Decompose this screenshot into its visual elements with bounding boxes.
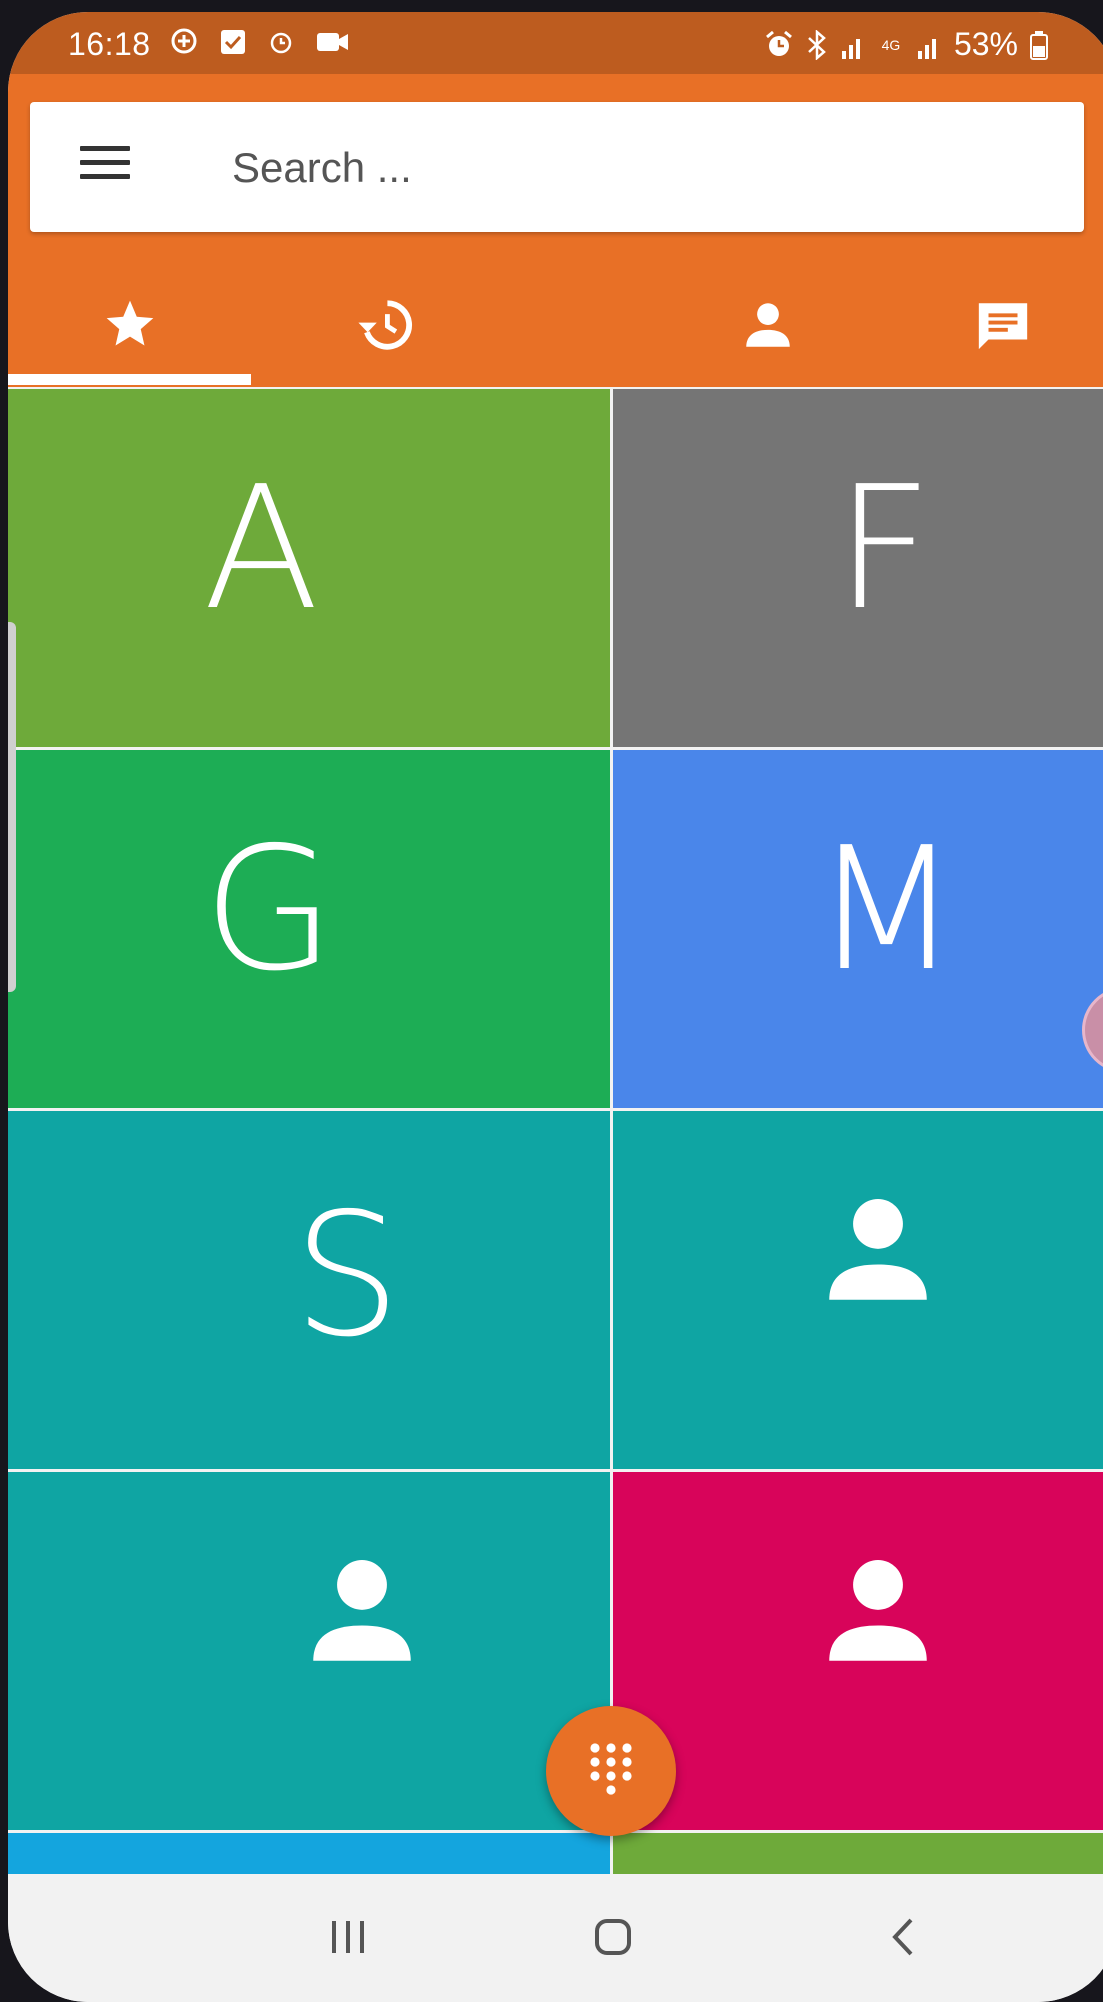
message-icon <box>978 303 1028 350</box>
star-icon <box>106 300 153 346</box>
person-icon <box>829 1560 927 1661</box>
tile-letter: F <box>835 450 933 648</box>
alarm-clock-icon <box>765 30 792 56</box>
search-input[interactable] <box>230 132 934 204</box>
tile-letter: M <box>813 811 960 1009</box>
battery-icon <box>1030 30 1048 60</box>
tile-letter: G <box>203 811 335 1009</box>
dialpad-button[interactable] <box>546 1706 676 1836</box>
phone-screen: 16:18 4G 53% Search ... A F G M S <box>8 12 1103 2002</box>
task-icon <box>221 30 245 54</box>
dialpad-icon <box>590 1743 632 1795</box>
app-bar <box>8 74 1103 387</box>
status-bar: 16:18 4G 53% <box>8 12 1103 74</box>
alarm-icon <box>270 32 292 54</box>
recent-apps-icon <box>332 1921 364 1953</box>
tab-bar <box>8 284 1103 387</box>
bluetooth-icon <box>808 29 826 60</box>
favorite-tile-s[interactable]: S <box>8 1111 610 1469</box>
favorite-tile-contact-1[interactable] <box>613 1111 1103 1469</box>
tab-contacts[interactable] <box>648 284 888 387</box>
tile-letter: A <box>203 450 320 648</box>
tab-messages[interactable] <box>888 284 1103 387</box>
network-type: 4G <box>881 36 901 53</box>
edge-panel-handle[interactable] <box>8 622 16 992</box>
tab-favorites[interactable] <box>8 284 251 387</box>
home-button[interactable] <box>583 1912 643 1962</box>
back-button[interactable] <box>878 1912 928 1962</box>
favorite-tile-contact-3[interactable] <box>613 1472 1103 1830</box>
tile-letter: S <box>293 1177 401 1375</box>
home-icon <box>595 1919 631 1955</box>
system-icons: 4G 53% <box>764 26 1048 63</box>
location-icon <box>171 28 197 54</box>
history-icon <box>358 300 413 350</box>
notification-icons <box>170 28 350 56</box>
recent-apps-button[interactable] <box>323 1912 373 1962</box>
video-icon <box>317 33 348 51</box>
person-icon <box>746 303 790 347</box>
favorite-tile-a[interactable]: A <box>8 389 610 747</box>
signal-icon-2 <box>917 38 936 59</box>
person-icon <box>313 1560 411 1661</box>
favorite-tile-contact-2[interactable] <box>8 1472 610 1830</box>
favorite-tile-f[interactable]: F <box>613 389 1103 747</box>
tab-recents[interactable] <box>251 284 519 387</box>
tab-indicator <box>8 374 251 385</box>
person-icon <box>829 1199 927 1300</box>
menu-button[interactable] <box>80 146 130 186</box>
menu-icon-line <box>80 174 130 179</box>
battery-percent: 53% <box>953 26 1018 62</box>
menu-icon-line <box>80 160 130 165</box>
favorite-tile-g[interactable]: G <box>8 750 610 1108</box>
menu-icon-line <box>80 146 130 151</box>
search-bar <box>30 102 1084 232</box>
system-nav-bar <box>8 1874 1103 2002</box>
signal-icon <box>841 38 860 59</box>
favorite-tile-m[interactable]: M <box>613 750 1103 1108</box>
status-time: 16:18 <box>68 26 151 62</box>
back-icon <box>892 1918 913 1956</box>
